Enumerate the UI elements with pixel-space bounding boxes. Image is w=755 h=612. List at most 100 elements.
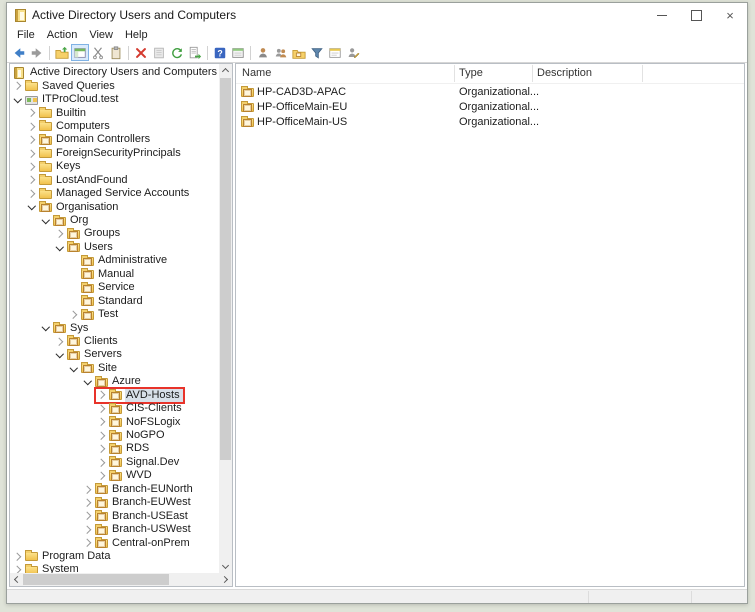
tree-item-active-directory-users-and-computers-ads01-iti[interactable]: Active Directory Users and Computers [AD… (10, 66, 232, 79)
tree-item-standard[interactable]: Standard (10, 294, 232, 307)
tree-item-saved-queries[interactable]: Saved Queries (10, 79, 232, 92)
expander-collapsed-icon[interactable] (26, 174, 38, 187)
filter-icon[interactable] (308, 44, 326, 61)
expander-collapsed-icon[interactable] (96, 469, 108, 482)
expander-collapsed-icon[interactable] (96, 442, 108, 455)
scroll-down-arrow-icon[interactable] (219, 560, 232, 573)
find-icon[interactable] (326, 44, 344, 61)
tree-item-computers[interactable]: Computers (10, 120, 232, 133)
tree-horizontal-scrollbar[interactable] (10, 573, 232, 586)
tree-item-azure[interactable]: Azure (10, 375, 232, 388)
new-user-icon[interactable] (254, 44, 272, 61)
expander-collapsed-icon[interactable] (96, 416, 108, 429)
expander-collapsed-icon[interactable] (26, 187, 38, 200)
tree-item-foreignsecurityprincipals[interactable]: ForeignSecurityPrincipals (10, 147, 232, 160)
expander-collapsed-icon[interactable] (82, 523, 94, 536)
tree-item-cis-clients[interactable]: CIS-Clients (10, 402, 232, 415)
scroll-right-arrow-icon[interactable] (219, 573, 232, 586)
vertical-scroll-thumb[interactable] (220, 78, 231, 460)
expander-expanded-icon[interactable] (68, 362, 80, 375)
expander-collapsed-icon[interactable] (54, 227, 66, 240)
tree-item-clients[interactable]: Clients (10, 335, 232, 348)
delete-icon[interactable] (132, 44, 150, 61)
column-separator[interactable] (454, 65, 455, 82)
tree-item-nofslogix[interactable]: NoFSLogix (10, 415, 232, 428)
expander-collapsed-icon[interactable] (96, 429, 108, 442)
tree-item-users[interactable]: Users (10, 241, 232, 254)
list-item-hp-officemain-eu[interactable]: HP-OfficeMain-EUOrganizational... (236, 99, 744, 114)
list-item-hp-cad3d-apac[interactable]: HP-CAD3D-APACOrganizational... (236, 84, 744, 99)
tree-item-signal-dev[interactable]: Signal.Dev (10, 456, 232, 469)
expander-expanded-icon[interactable] (12, 93, 24, 106)
help-icon[interactable]: ? (211, 44, 229, 61)
expander-expanded-icon[interactable] (54, 241, 66, 254)
expander-collapsed-icon[interactable] (96, 402, 108, 415)
expander-expanded-icon[interactable] (54, 348, 66, 361)
tree-item-builtin[interactable]: Builtin (10, 106, 232, 119)
expander-collapsed-icon[interactable] (96, 389, 108, 402)
expander-collapsed-icon[interactable] (82, 537, 94, 550)
tree-item-rds[interactable]: RDS (10, 442, 232, 455)
tree-item-servers[interactable]: Servers (10, 348, 232, 361)
expander-collapsed-icon[interactable] (26, 107, 38, 120)
expander-collapsed-icon[interactable] (26, 120, 38, 133)
expander-collapsed-icon[interactable] (82, 496, 94, 509)
tree-item-branch-euwest[interactable]: Branch-EUWest (10, 496, 232, 509)
column-header-type[interactable]: Type (459, 67, 483, 79)
tree-item-system[interactable]: System (10, 563, 232, 573)
tree-item-administrative[interactable]: Administrative (10, 254, 232, 267)
expander-collapsed-icon[interactable] (96, 456, 108, 469)
expander-collapsed-icon[interactable] (68, 308, 80, 321)
horizontal-scroll-thumb[interactable] (23, 574, 169, 585)
export-list-icon[interactable] (186, 44, 204, 61)
expander-collapsed-icon[interactable] (82, 510, 94, 523)
expander-expanded-icon[interactable] (82, 375, 94, 388)
expander-collapsed-icon[interactable] (26, 133, 38, 146)
new-ou-icon[interactable] (290, 44, 308, 61)
tree-item-groups[interactable]: Groups (10, 227, 232, 240)
column-header-description[interactable]: Description (537, 67, 592, 79)
scroll-left-arrow-icon[interactable] (10, 573, 23, 586)
back-icon[interactable] (10, 44, 28, 61)
column-separator[interactable] (642, 65, 643, 82)
tree-item-site[interactable]: Site (10, 362, 232, 375)
cut-icon[interactable] (89, 44, 107, 61)
tree-item-branch-eunorth[interactable]: Branch-EUNorth (10, 483, 232, 496)
tree-item-branch-useast[interactable]: Branch-USEast (10, 509, 232, 522)
tree-item-itprocloud-test[interactable]: ITProCloud.test (10, 93, 232, 106)
menu-item-help[interactable]: Help (119, 29, 154, 41)
column-separator[interactable] (532, 65, 533, 82)
tree-item-program-data[interactable]: Program Data (10, 550, 232, 563)
expander-collapsed-icon[interactable] (54, 335, 66, 348)
column-header-name[interactable]: Name (242, 67, 271, 79)
expander-expanded-icon[interactable] (40, 322, 52, 335)
properties-window-icon[interactable] (229, 44, 247, 61)
paste-icon[interactable] (107, 44, 125, 61)
console-tree-icon[interactable] (71, 44, 89, 61)
tree-item-org[interactable]: Org (10, 214, 232, 227)
close-button[interactable]: × (713, 3, 747, 27)
tree-item-manual[interactable]: Manual (10, 268, 232, 281)
expander-collapsed-icon[interactable] (12, 563, 24, 573)
tree-item-branch-uswest[interactable]: Branch-USWest (10, 523, 232, 536)
tree-item-nogpo[interactable]: NoGPO (10, 429, 232, 442)
list-item-hp-officemain-us[interactable]: HP-OfficeMain-USOrganizational... (236, 114, 744, 129)
maximize-button[interactable] (679, 3, 713, 27)
expander-collapsed-icon[interactable] (26, 160, 38, 173)
expander-collapsed-icon[interactable] (12, 80, 24, 93)
expander-collapsed-icon[interactable] (12, 550, 24, 563)
new-group-icon[interactable] (272, 44, 290, 61)
expander-collapsed-icon[interactable] (82, 483, 94, 496)
tree-item-wvd[interactable]: WVD (10, 469, 232, 482)
expander-expanded-icon[interactable] (40, 214, 52, 227)
menu-item-file[interactable]: File (11, 29, 41, 41)
tree-vertical-scrollbar[interactable] (219, 64, 232, 573)
title-bar[interactable]: Active Directory Users and Computers × (7, 3, 747, 27)
tree-item-domain-controllers[interactable]: Domain Controllers (10, 133, 232, 146)
tree-item-lostandfound[interactable]: LostAndFound (10, 174, 232, 187)
menu-item-action[interactable]: Action (41, 29, 84, 41)
tree-item-managed-service-accounts[interactable]: Managed Service Accounts (10, 187, 232, 200)
tree-item-test[interactable]: Test (10, 308, 232, 321)
scroll-up-arrow-icon[interactable] (219, 64, 232, 77)
up-one-level-icon[interactable] (53, 44, 71, 61)
